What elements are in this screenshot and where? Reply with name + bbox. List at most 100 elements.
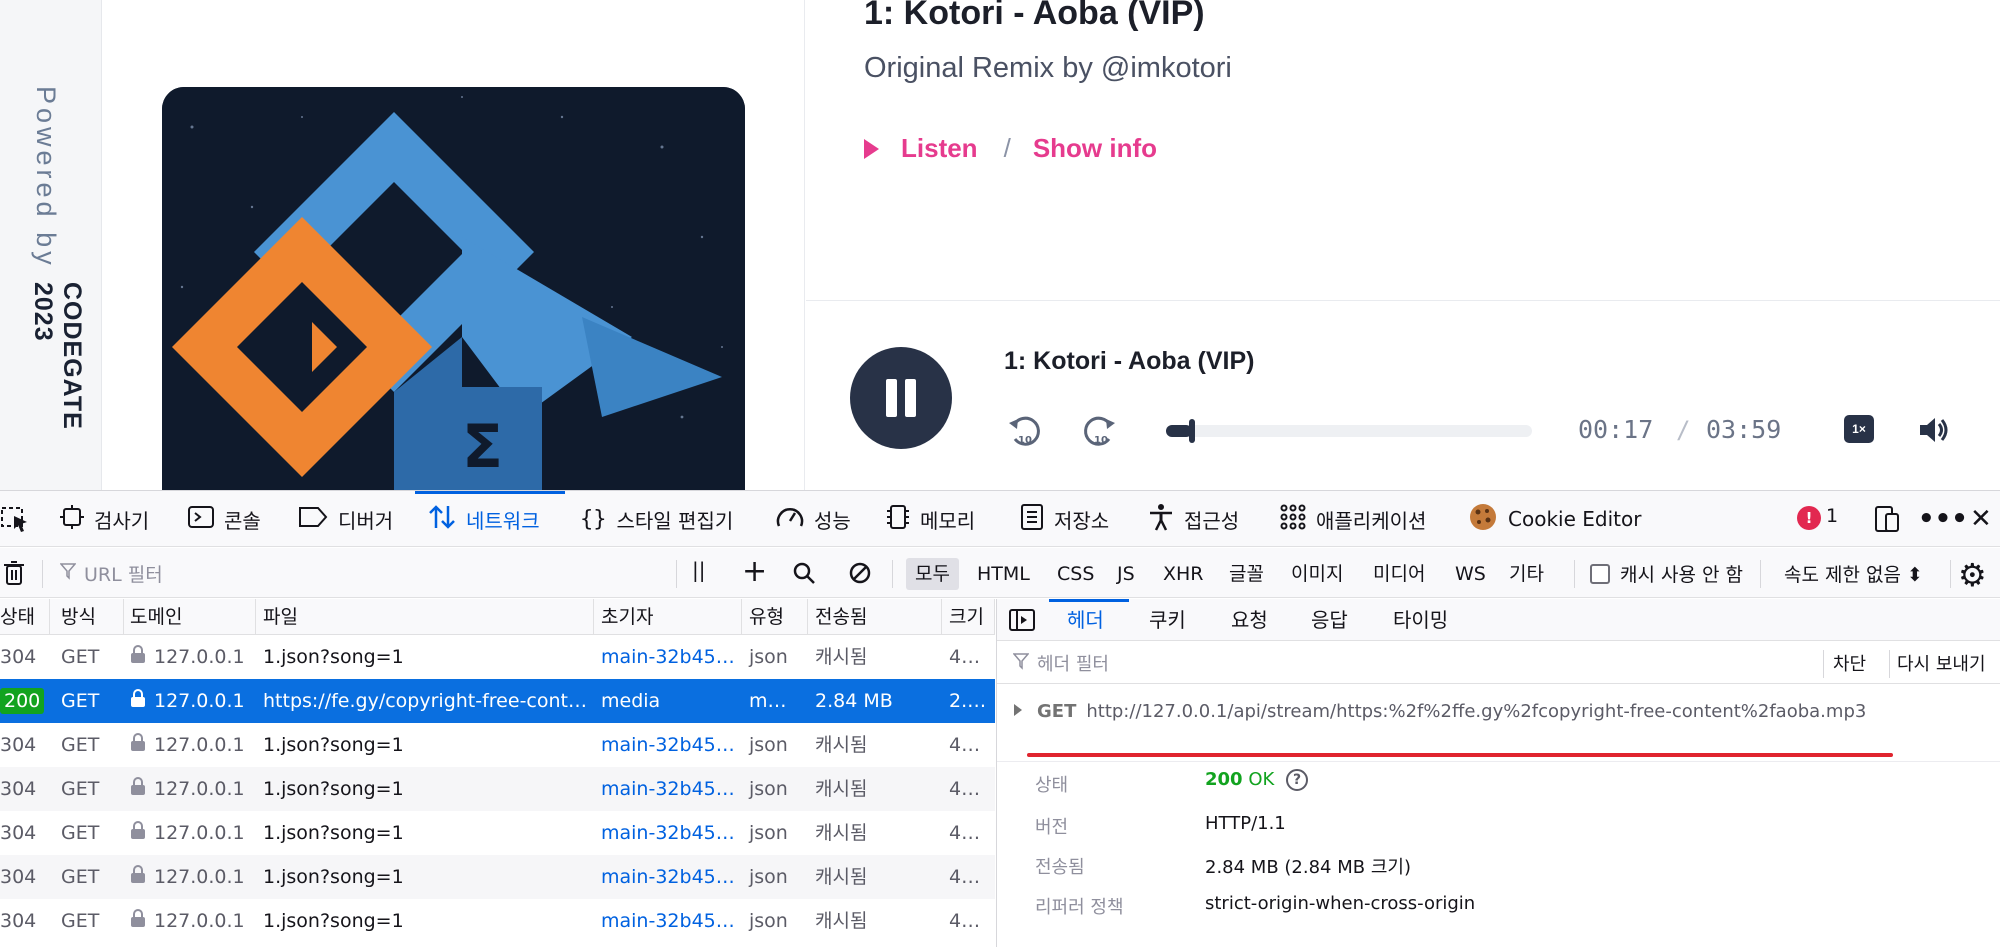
domain-cell-text: 127.0.0.1 — [154, 910, 245, 932]
tab-application[interactable]: 애플리케이션 — [1280, 491, 1426, 547]
filter-icon — [59, 562, 77, 585]
disable-cache-checkbox[interactable] — [1590, 564, 1610, 584]
column-header[interactable]: 방식 — [55, 599, 124, 635]
table-row[interactable]: 200 GET 127.0.0.1 https://fe.gy/copyright-f… — [0, 679, 995, 723]
help-icon[interactable]: ? — [1286, 769, 1309, 791]
table-row[interactable]: 304 GET 127.0.0.1 1.json?song=1 main-32b45… j… — [0, 635, 995, 679]
initiator-cell-text: main-32b45… — [601, 910, 735, 932]
tab-storage[interactable]: 저장소 — [1020, 491, 1109, 547]
filter-all[interactable]: 모두 — [906, 558, 959, 590]
tab-memory[interactable]: 메모리 — [886, 491, 975, 547]
error-icon[interactable]: ! — [1797, 506, 1821, 530]
table-row[interactable]: 304 GET 127.0.0.1 1.json?song=1 main-32b45… j… — [0, 899, 995, 943]
filter-xhr[interactable]: XHR — [1154, 558, 1213, 590]
playback-speed-button[interactable]: 1× — [1844, 415, 1874, 443]
block-button[interactable]: 차단 — [1833, 650, 1866, 676]
tab-label: Cookie Editor — [1508, 507, 1642, 531]
show-info-link[interactable]: Show info — [1033, 133, 1157, 164]
progress-bar[interactable] — [1166, 419, 1532, 443]
progress-handle[interactable] — [1188, 419, 1195, 443]
tab-headers[interactable]: 헤더 — [1067, 599, 1104, 641]
tab-cookie-editor[interactable]: Cookie Editor — [1468, 491, 1641, 547]
toggle-sidebar-icon[interactable] — [1009, 608, 1035, 636]
status-cell-text: 304 — [0, 734, 37, 756]
codegate-logo-art: Σ — [162, 87, 745, 490]
tab-network[interactable]: 네트워크 — [428, 491, 540, 547]
block-icon[interactable] — [848, 561, 872, 589]
tab-request[interactable]: 요청 — [1231, 599, 1268, 641]
tab-label: 스타일 편집기 — [616, 508, 734, 533]
filter-html[interactable]: HTML — [968, 558, 1039, 590]
devtools-panel: 검사기 콘솔 디버거 네트워크 {} 스타일 편집기 성능 메모리 저장소 접근… — [0, 490, 2000, 947]
filter-media[interactable]: 미디어 — [1364, 558, 1434, 590]
file-cell: 1.json?song=1 — [257, 855, 594, 899]
error-count[interactable]: 1 — [1826, 505, 1838, 527]
element-picker-icon[interactable] — [0, 491, 30, 547]
pause-recording-icon[interactable]: || — [692, 558, 705, 582]
disable-cache-label[interactable]: 캐시 사용 안 함 — [1620, 560, 1743, 587]
add-icon[interactable]: + — [742, 554, 767, 589]
volume-icon[interactable] — [1916, 413, 1950, 447]
throttle-select[interactable]: 속도 제한 없음 ⬍ — [1784, 560, 1923, 587]
tab-performance[interactable]: 성능 — [776, 491, 851, 547]
column-header[interactable]: 도메인 — [124, 599, 256, 635]
search-icon[interactable] — [792, 561, 816, 589]
tab-timings[interactable]: 타이밍 — [1393, 599, 1448, 641]
column-header[interactable]: 유형 — [743, 599, 808, 635]
size-cell: 4… — [943, 723, 995, 767]
type-cell: json — [743, 635, 808, 679]
forward-10-icon[interactable]: 10 — [1080, 413, 1118, 451]
filter-css[interactable]: CSS — [1048, 558, 1103, 590]
method-cell-text: GET — [61, 778, 100, 800]
filter-images[interactable]: 이미지 — [1282, 558, 1352, 590]
tab-console[interactable]: 콘솔 — [188, 491, 261, 547]
request-line[interactable]: GET http://127.0.0.1/api/stream/https:%2… — [1013, 701, 1866, 722]
filter-ws[interactable]: WS — [1446, 558, 1495, 590]
expand-arrow-icon[interactable] — [1013, 701, 1023, 722]
table-row[interactable]: 304 GET 127.0.0.1 1.json?song=1 main-32b45… j… — [0, 767, 995, 811]
more-options-icon[interactable]: ••• — [1918, 491, 1968, 547]
svg-text:10: 10 — [1018, 435, 1032, 446]
url-filter-input[interactable]: URL 필터 — [59, 558, 660, 588]
resend-button[interactable]: 다시 보내기 — [1897, 650, 1986, 676]
column-header[interactable]: 상태 — [0, 599, 50, 635]
transferred-cell: 캐시됨 — [809, 811, 942, 855]
table-row[interactable]: 304 GET 127.0.0.1 1.json?song=1 main-32b45… j… — [0, 855, 995, 899]
tab-label: 검사기 — [94, 508, 150, 533]
brand-label[interactable]: CODEGATE 2023 — [28, 282, 86, 490]
method-cell-text: GET — [61, 822, 100, 844]
filter-fonts[interactable]: 글꼴 — [1220, 558, 1273, 590]
column-header[interactable]: 전송됨 — [809, 599, 942, 635]
tab-inspector[interactable]: 검사기 — [60, 491, 149, 547]
table-row[interactable]: 304 GET 127.0.0.1 1.json?song=1 main-32b45… j… — [0, 811, 995, 855]
table-row[interactable]: 304 GET 127.0.0.1 1.json?song=1 main-32b45… j… — [0, 723, 995, 767]
tab-cookies[interactable]: 쿠키 — [1149, 599, 1186, 641]
domain-cell: 127.0.0.1 — [124, 723, 256, 767]
tab-style-editor[interactable]: {} 스타일 편집기 — [580, 491, 733, 547]
tab-accessibility[interactable]: 접근성 — [1148, 491, 1239, 547]
player-track-title: 1: Kotori - Aoba (VIP) — [1004, 347, 1255, 375]
filter-js[interactable]: JS — [1108, 558, 1144, 590]
pause-button[interactable] — [850, 347, 952, 449]
transferred-key: 전송됨 — [1035, 857, 1085, 878]
status-code: 200 — [1205, 769, 1243, 790]
trash-icon[interactable] — [2, 560, 26, 590]
rewind-10-icon[interactable]: 10 — [1006, 413, 1044, 451]
initiator-cell: main-32b45… — [595, 811, 742, 855]
referrer-policy-value: strict-origin-when-cross-origin — [1205, 893, 1476, 914]
responsive-design-icon[interactable] — [1872, 491, 1902, 547]
column-header[interactable]: 초기자 — [595, 599, 742, 635]
close-icon[interactable]: ✕ — [1970, 491, 1992, 547]
listen-link[interactable]: Listen — [901, 133, 978, 164]
column-header[interactable]: 크기 — [943, 599, 995, 635]
gear-icon[interactable]: ⚙ — [1958, 556, 1987, 594]
size-cell-text: 4… — [949, 822, 981, 844]
column-header[interactable]: 파일 — [257, 599, 594, 635]
filter-other[interactable]: 기타 — [1500, 558, 1553, 590]
file-cell: 1.json?song=1 — [257, 811, 594, 855]
request-url: http://127.0.0.1/api/stream/https:%2f%2f… — [1086, 701, 1867, 722]
tab-debugger[interactable]: 디버거 — [298, 491, 393, 547]
header-filter-input[interactable]: 헤더 필터 — [1012, 650, 1109, 676]
tab-response[interactable]: 응답 — [1311, 599, 1348, 641]
toolbar-separator — [676, 560, 677, 588]
